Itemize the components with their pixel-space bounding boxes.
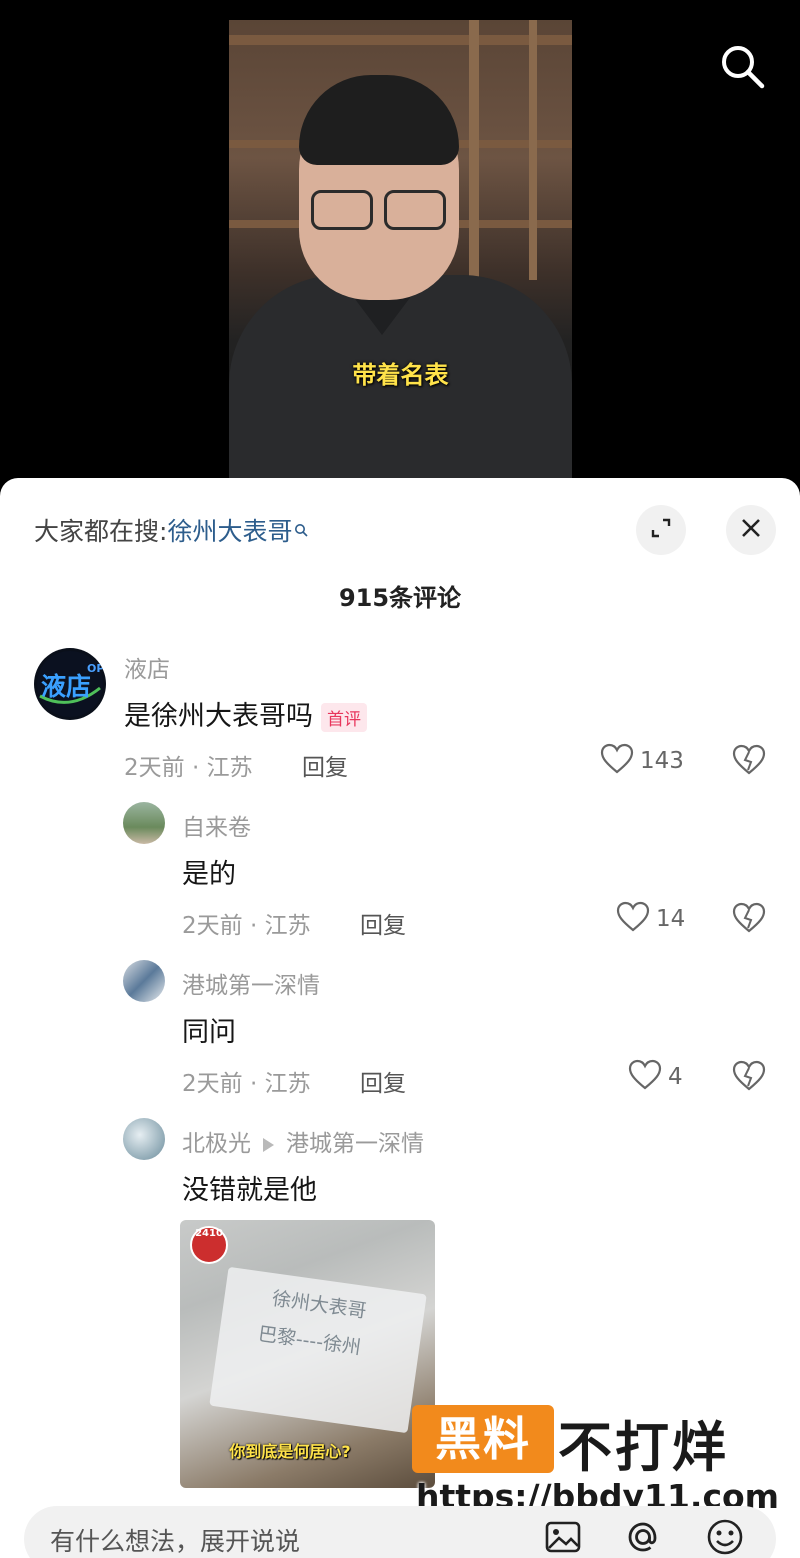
expand-button[interactable]	[636, 505, 686, 555]
expand-icon	[648, 515, 674, 545]
search-suggestion-prefix: 大家都在搜:	[34, 517, 168, 546]
heart-icon	[616, 901, 650, 937]
like-count: 14	[656, 906, 686, 932]
at-icon[interactable]	[622, 1516, 664, 1558]
heart-icon	[628, 1059, 662, 1095]
comment-image[interactable]: 2410 徐州大表哥 巴黎----徐州 你到底是何居心?	[180, 1220, 435, 1488]
comment-body: 同问	[182, 1017, 236, 1048]
dislike-icon[interactable]	[732, 902, 766, 936]
comment-count: 915条评论	[338, 584, 462, 612]
comment-username[interactable]: 液店	[124, 650, 170, 684]
shelf	[469, 20, 479, 280]
video-player[interactable]: 带着名表	[0, 0, 800, 500]
reply-button[interactable]: 回复	[360, 906, 406, 940]
reply-item: 自来卷 是的 2天前 · 江苏 回复 14	[0, 796, 800, 946]
close-icon	[739, 516, 763, 544]
reply-button[interactable]: 回复	[360, 1064, 406, 1098]
reply-target-username[interactable]: 港城第一深情	[286, 1131, 424, 1157]
comment-body: 没错就是他	[182, 1175, 317, 1206]
comment-sheet: 大家都在搜:徐州大表哥 915条评论 OP 液店 液店 是徐州大表哥吗 首评 2…	[0, 478, 800, 1558]
search-suggestion-keyword[interactable]: 徐州大表哥	[167, 517, 292, 546]
like-count: 143	[640, 748, 684, 774]
image-icon[interactable]	[542, 1516, 584, 1558]
glasses	[384, 190, 446, 230]
watermark-text: 不打烊	[558, 1416, 729, 1479]
comment-item: OPL 液店 液店 是徐州大表哥吗首评 2天前 · 江苏 回复 143	[0, 638, 800, 788]
reply-button[interactable]: 回复	[302, 748, 348, 782]
dislike-icon[interactable]	[732, 1060, 766, 1094]
watermark-box: 黑料	[412, 1405, 554, 1473]
avatar[interactable]: OPL 液店	[34, 648, 106, 720]
like-button[interactable]: 14	[616, 901, 685, 937]
comment-username[interactable]: 港城第一深情	[182, 966, 320, 1000]
comment-input[interactable]: 有什么想法，展开说说	[50, 1522, 300, 1558]
comment-username[interactable]: 北极光	[182, 1131, 251, 1157]
person-hair	[299, 75, 459, 165]
reply-arrow-icon	[263, 1137, 274, 1152]
image-count-badge: 2410	[195, 1228, 223, 1239]
shelf	[529, 20, 537, 280]
like-button[interactable]: 4	[628, 1059, 683, 1095]
first-comment-badge: 首评	[321, 703, 367, 732]
avatar[interactable]	[123, 960, 165, 1002]
search-suggestion[interactable]: 大家都在搜:徐州大表哥	[34, 512, 309, 548]
comment-meta: 2天前 · 江苏	[124, 755, 253, 781]
search-icon	[294, 514, 309, 537]
shelf	[229, 35, 572, 45]
emoji-icon[interactable]	[704, 1516, 746, 1558]
video-subtitle: 带着名表	[352, 361, 449, 389]
heart-icon	[600, 743, 634, 779]
comment-text: 是徐州大表哥吗 首评	[124, 694, 367, 733]
dislike-icon[interactable]	[732, 744, 766, 778]
comment-input-bar[interactable]: 有什么想法，展开说说	[24, 1506, 776, 1558]
search-icon[interactable]	[716, 40, 768, 92]
like-count: 4	[668, 1064, 683, 1090]
comment-meta: 2天前 · 江苏	[182, 1071, 311, 1097]
like-button[interactable]: 143	[600, 743, 684, 779]
comment-body: 是的	[182, 859, 236, 890]
video-frame[interactable]: 带着名表	[229, 20, 572, 480]
reply-item: 北极光 港城第一深情 没错就是他	[0, 1112, 800, 1232]
comment-body: 是徐州大表哥吗	[124, 701, 313, 732]
glasses	[311, 190, 373, 230]
reply-item: 港城第一深情 同问 2天前 · 江苏 回复 4	[0, 954, 800, 1104]
avatar[interactable]	[123, 802, 165, 844]
comment-meta: 2天前 · 江苏	[182, 913, 311, 939]
close-button[interactable]	[726, 505, 776, 555]
avatar[interactable]	[123, 1118, 165, 1160]
sheet-header: 大家都在搜:徐州大表哥	[0, 478, 800, 578]
image-caption: 你到底是何居心?	[229, 1442, 351, 1461]
comment-username[interactable]: 自来卷	[182, 808, 251, 842]
avatar-logo-text: 液店	[41, 672, 91, 701]
comment-username-line: 北极光 港城第一深情	[182, 1124, 424, 1158]
